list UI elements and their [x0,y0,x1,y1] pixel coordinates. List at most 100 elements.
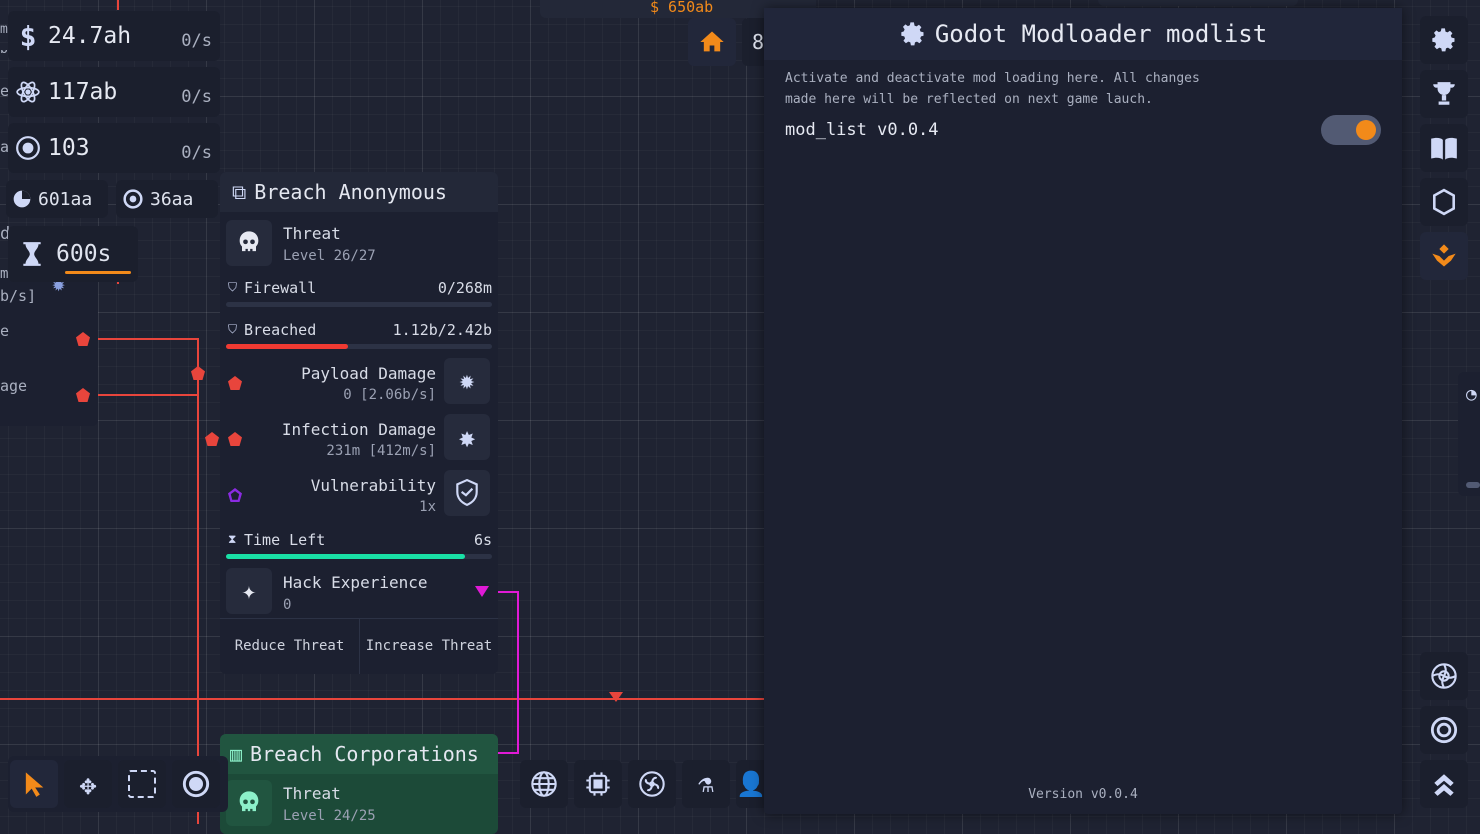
target-button[interactable] [1420,706,1468,754]
breach-node-card[interactable]: ⧉ Breach Anonymous Threat Level 26/27 ⛉ … [220,172,498,674]
payload-icon-box[interactable]: ✹ [444,358,490,404]
mods-button[interactable] [1420,232,1468,280]
time-left-bar-fill [226,554,465,559]
user-button[interactable]: 👤 [736,760,766,808]
research-button[interactable]: ⚗ [682,760,730,808]
wire [517,591,519,754]
achievements-button[interactable] [1420,70,1468,118]
box-select-button[interactable] [118,760,166,808]
breach-node-card-2[interactable]: ▥ Breach Corporations Threat Level 24/25 [220,734,498,834]
hourglass-icon [8,241,56,267]
left-fragment: b/s] [0,287,37,305]
home-icon [700,31,724,52]
description-line: Activate and deactivate mod loading here… [785,71,1200,86]
time-left-label: Time Left [244,531,326,549]
toggle-knob [1356,120,1376,140]
cursor-icon [25,772,44,797]
output-arrow-icon[interactable] [475,586,489,597]
chevrons-up-icon [1434,774,1454,796]
modlist-version: Version v0.0.4 [1028,787,1138,802]
breached-bar-fill [226,344,348,349]
target-icon [8,135,48,161]
skull-icon [239,231,259,252]
gear-icon [901,22,924,46]
user-icon: 👤 [736,770,766,798]
time-left-value: 6s [473,531,492,549]
gear-burst-icon: ✹ [459,366,475,396]
settings-button[interactable] [1420,16,1468,64]
firewall-value: 0/268m [437,279,492,297]
move-tool-button[interactable]: ✥ [64,760,112,808]
wire [117,0,119,10]
left-fragment: age [0,377,28,395]
reduce-threat-button[interactable]: Reduce Threat [220,618,359,674]
firewall-label: Firewall [244,279,317,297]
node-title: Breach Anonymous [254,180,447,204]
timer-underline [65,271,131,274]
aperture-button[interactable] [1420,652,1468,700]
resource-rate: 0/s [181,143,212,163]
node2-title: Breach Corporations [250,742,479,766]
shield-icon [456,479,478,507]
resource-rate: 0/s [181,31,212,51]
modlist-dialog: Godot Modloader modlist Activate and dea… [764,8,1402,814]
connector-dot [191,366,205,380]
resource-value: 36aa [150,188,194,210]
infection-icon-box[interactable]: ✸ [444,414,490,460]
resource-atom[interactable]: 117ab 0/s [8,67,220,117]
modlist-header: Godot Modloader modlist [764,8,1402,60]
select-tool-button[interactable] [10,760,58,808]
timer-panel[interactable]: 600s [8,226,138,282]
globe-button[interactable] [520,760,568,808]
fan-button[interactable] [628,760,676,808]
infection-label: Infection Damage [281,420,436,439]
resource-target[interactable]: 103 0/s [8,123,220,173]
building-icon: ▥ [230,742,243,766]
wire [98,394,198,396]
vulnerability-icon-box[interactable] [444,470,490,516]
resource-money[interactable]: $ 24.7ah 0/s [8,11,220,61]
prestige-button[interactable] [1420,760,1468,808]
dollar-icon: $ [19,19,37,53]
book-icon [1431,137,1457,160]
wire [98,338,198,340]
threat-level: Level 24/25 [283,808,376,824]
node2-header[interactable]: ▥ Breach Corporations [220,734,498,774]
vulnerability-value: 1x [419,499,436,515]
mod-toggle[interactable] [1321,115,1381,145]
center-view-button[interactable] [172,760,220,808]
atom-icon [8,79,48,105]
guide-button[interactable] [1420,124,1468,172]
target-icon [1430,716,1458,744]
mod-name: mod_list v0.0.4 [785,120,939,140]
description-line: made here will be reflected on next game… [785,92,1153,107]
home-button[interactable] [688,18,736,66]
shield-small-icon: ⛉ [228,322,238,336]
cpu-button[interactable] [574,760,622,808]
pie-icon [6,189,38,209]
network-tool-button[interactable]: 8 [742,18,764,66]
sparkles-icon: ✦ [241,577,257,605]
node-header[interactable]: ⧉ Breach Anonymous [220,172,498,212]
wire [0,698,764,700]
damage-pentagon-icon [228,432,242,446]
skull-icon [239,791,259,812]
threat-level: Level 26/27 [283,248,376,264]
breached-label: Breached [244,321,317,339]
resource-value: 117ab [48,79,118,105]
circle-target-icon [182,770,210,798]
gear-icon [1432,28,1455,52]
resource-value: 103 [48,135,90,161]
resource-value: 24.7ah [48,23,132,49]
stack-icon: ⧉ [232,180,247,204]
modlist-description: Activate and deactivate mod loading here… [785,68,1200,110]
globe-icon [531,771,557,797]
left-fragment: e [0,322,10,340]
resource-spiral[interactable]: 36aa [116,180,218,218]
hexagon-button[interactable] [1420,178,1468,226]
resource-pie[interactable]: 601aa [6,180,108,218]
timer-value: 600s [56,241,112,267]
connector-arrow [609,692,623,702]
increase-threat-button[interactable]: Increase Threat [360,618,498,674]
hack-exp-value: 0 [283,597,292,613]
